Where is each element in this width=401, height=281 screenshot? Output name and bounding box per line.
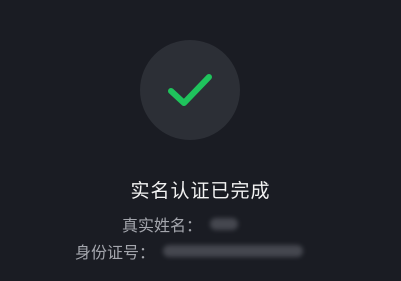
verification-complete-screen: 实名认证已完成 真实姓名： 身份证号：	[0, 0, 401, 281]
id-number-label: 身份证号：	[75, 243, 156, 262]
check-icon	[168, 74, 212, 106]
id-number-row: 身份证号：	[75, 241, 304, 262]
real-name-row: 真实姓名：	[122, 214, 239, 235]
success-badge	[140, 40, 240, 140]
status-title: 实名认证已完成	[130, 180, 271, 202]
real-name-label: 真实姓名：	[122, 216, 203, 235]
id-number-value-masked	[163, 245, 304, 257]
real-name-value-masked	[210, 218, 239, 230]
